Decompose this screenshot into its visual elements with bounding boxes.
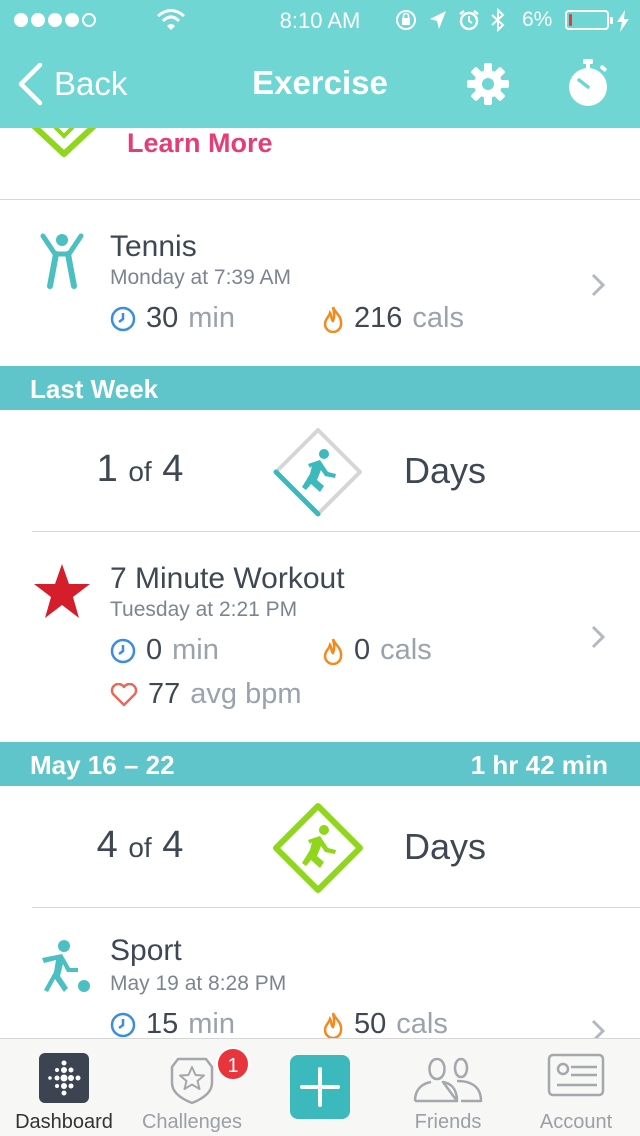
friends-icon [413,1057,483,1103]
clock-icon [110,638,136,663]
page-title: Exercise [252,64,388,101]
exercise-list[interactable]: Learn More Tennis Monday at 7:39 AM 30 mi… [0,128,640,1038]
exercise-title: Sport [110,934,182,967]
battery-percent: 6% [522,8,553,31]
exercise-item-7-minute-workout[interactable]: 7 Minute Workout Tuesday at 2:21 PM 0 min… [0,532,640,740]
rotation-lock-icon [396,10,416,30]
nav-bar: Back Exercise [0,40,640,128]
tab-label: Dashboard [15,1111,113,1133]
charging-bolt-icon [617,10,629,32]
exercise-time: May 19 at 8:28 PM [110,972,287,995]
clock-icon [110,306,136,331]
jumping-person-icon [40,233,84,289]
gear-icon[interactable] [466,62,510,106]
exercise-item-sport[interactable]: Sport May 19 at 8:28 PM 15 min 50 cals [0,908,640,1038]
learn-more-link[interactable]: Learn More [127,128,273,159]
battery-level [569,14,572,26]
duration-metric: 0 min [110,634,219,667]
exercise-goal-icon [31,128,97,157]
chevron-right-icon [591,1019,606,1038]
days-count: 1 of 4 [96,448,184,490]
chevron-right-icon [591,273,606,297]
tab-account[interactable]: Account [512,1039,640,1136]
alarm-icon [459,10,479,31]
duration-metric: 15 min [110,1008,235,1038]
days-label: Days [404,826,487,867]
header: 8:10 AM 6% Back Exercise [0,0,640,128]
weekly-goal-summary: 1 of 4 Days [0,410,640,532]
exercise-item-tennis[interactable]: Tennis Monday at 7:39 AM 30 min 216 cals [0,200,640,366]
learn-more-banner: Learn More [0,128,640,200]
days-label: Days [404,450,487,491]
flame-icon [323,1012,343,1038]
section-header-last-week: Last Week [0,366,640,410]
days-count: 4 of 4 [96,824,184,866]
stopwatch-icon[interactable] [566,58,610,108]
location-arrow-icon [430,11,446,29]
tab-label: Challenges [141,1111,243,1133]
section-total-duration: 1 hr 42 min [470,750,608,780]
battery-icon [565,10,613,30]
calories-metric: 216 cals [322,302,464,335]
tab-label: Friends [414,1111,482,1133]
tab-dashboard[interactable]: Dashboard [0,1039,128,1136]
section-header-may-16-22: May 16 – 22 1 hr 42 min [0,742,640,786]
fitbit-dots-icon [39,1053,89,1103]
challenge-badge-icon [170,1057,214,1105]
heart-rate-metric: 77 avg bpm [110,678,302,711]
goal-complete-diamond-icon [273,803,363,893]
exercise-title: Tennis [110,230,197,263]
bluetooth-icon [491,8,505,32]
calories-metric: 0 cals [322,634,432,667]
exercise-title: 7 Minute Workout [110,562,345,595]
flame-icon [323,306,343,333]
tab-label: Account [539,1111,613,1133]
exercise-time: Tuesday at 2:21 PM [110,598,298,621]
heart-icon [110,682,138,706]
clock-icon [110,1012,136,1037]
weekly-goal-summary: 4 of 4 Days [0,786,640,908]
tab-friends[interactable]: Friends [384,1039,512,1136]
plus-icon [300,1067,340,1107]
status-bar: 8:10 AM 6% [0,0,640,40]
tab-bar: Dashboard 1 Challenges Friends Account [0,1038,640,1136]
exercise-time: Monday at 7:39 AM [110,266,291,289]
notification-badge: 1 [216,1047,250,1081]
sport-kick-icon [42,940,90,992]
duration-metric: 30 min [110,302,235,335]
star-icon [34,564,90,618]
tab-challenges[interactable]: 1 Challenges [128,1039,256,1136]
flame-icon [323,638,343,665]
goal-progress-diamond-icon [273,428,362,517]
add-button[interactable] [290,1055,350,1119]
chevron-right-icon [591,625,606,649]
id-card-icon [547,1053,605,1097]
calories-metric: 50 cals [322,1008,448,1038]
